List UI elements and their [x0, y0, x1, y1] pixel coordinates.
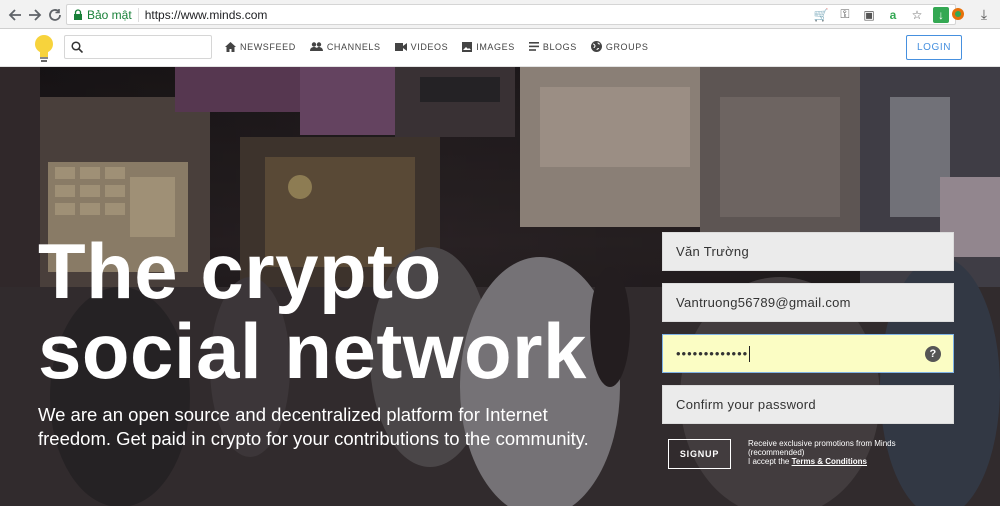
hero-section: The crypto social network We are an open… [0, 67, 1000, 506]
image-icon [462, 41, 473, 52]
email-field[interactable]: Vantruong56789@gmail.com [662, 283, 954, 322]
nav-channels[interactable]: CHANNELS [309, 41, 381, 52]
search-box[interactable] [64, 35, 212, 59]
nav-blogs[interactable]: BLOGS [528, 41, 577, 52]
cart-icon[interactable]: 🛒 [813, 7, 829, 23]
star-icon[interactable]: ☆ [909, 7, 925, 23]
username-value: Văn Trường [676, 244, 749, 259]
list-icon [528, 42, 539, 51]
hero-description: We are an open source and decentralized … [38, 404, 589, 449]
confirm-password-placeholder: Confirm your password [676, 397, 816, 412]
download-tray-icon[interactable]: ⤓ [976, 6, 992, 22]
forward-button[interactable] [24, 4, 46, 26]
login-button[interactable]: LOGIN [906, 35, 962, 60]
lightbulb-icon [35, 35, 53, 62]
secure-indicator[interactable]: Bảo mật [67, 7, 139, 22]
url-text[interactable]: https://www.minds.com [139, 8, 268, 22]
reload-icon [49, 9, 61, 21]
back-button[interactable] [4, 4, 26, 26]
download-arrow-icon[interactable]: ↓ [933, 6, 949, 23]
extension-circle-icon[interactable] [950, 6, 966, 22]
hero-headline: The crypto social network [38, 231, 587, 391]
nav-images-label: IMAGES [476, 41, 515, 52]
address-bar[interactable]: Bảo mật https://www.minds.com 🛒 ⚿ ▣ a ☆ … [66, 4, 956, 25]
minds-logo[interactable] [33, 33, 55, 63]
nav-newsfeed-label: NEWSFEED [240, 41, 296, 52]
question-icon[interactable]: ? [925, 346, 941, 362]
font-a-icon[interactable]: a [885, 7, 901, 23]
headline-line-2: social network [38, 307, 587, 395]
people-icon [309, 42, 323, 51]
nav-groups[interactable]: GROUPS [590, 41, 649, 52]
promo-terms-text: Receive exclusive promotions from Minds … [748, 439, 918, 466]
nav-videos[interactable]: VIDEOS [394, 41, 449, 52]
signup-button[interactable]: SIGNUP [668, 439, 731, 469]
browser-toolbar: Bảo mật https://www.minds.com 🛒 ⚿ ▣ a ☆ … [0, 0, 1000, 29]
search-input[interactable] [88, 40, 208, 54]
lock-icon [74, 9, 82, 20]
terms-line: I accept the Terms & Conditions [748, 457, 918, 466]
promo-line: Receive exclusive promotions from Minds … [748, 439, 896, 457]
confirm-password-field[interactable]: Confirm your password [662, 385, 954, 424]
site-header: NEWSFEED CHANNELS VIDEOS IMAGES BLOGS GR… [0, 29, 1000, 67]
translate-icon[interactable]: ▣ [861, 7, 877, 23]
arrow-right-icon [29, 9, 42, 21]
key-icon[interactable]: ⚿ [837, 7, 853, 23]
video-camera-icon [394, 42, 407, 51]
nav-videos-label: VIDEOS [410, 41, 449, 52]
home-icon [225, 41, 236, 52]
email-value: Vantruong56789@gmail.com [676, 295, 851, 310]
secure-label: Bảo mật [87, 7, 132, 22]
nav-blogs-label: BLOGS [542, 41, 577, 52]
nav-groups-label: GROUPS [605, 41, 649, 52]
top-navigation: NEWSFEED CHANNELS VIDEOS IMAGES BLOGS GR… [225, 41, 648, 52]
globe-icon [590, 41, 602, 52]
terms-link[interactable]: Terms & Conditions [792, 457, 867, 466]
headline-line-1: The crypto [38, 227, 442, 315]
password-field[interactable]: ••••••••••••• ? [662, 334, 954, 373]
text-caret [749, 345, 751, 362]
nav-channels-label: CHANNELS [326, 41, 381, 52]
password-value: ••••••••••••• [676, 346, 749, 361]
terms-prefix: I accept the [748, 457, 792, 466]
search-icon [71, 41, 83, 53]
reload-button[interactable] [44, 4, 66, 26]
arrow-left-icon [8, 9, 21, 21]
username-field[interactable]: Văn Trường [662, 232, 954, 271]
nav-images[interactable]: IMAGES [462, 41, 515, 52]
nav-newsfeed[interactable]: NEWSFEED [225, 41, 296, 52]
